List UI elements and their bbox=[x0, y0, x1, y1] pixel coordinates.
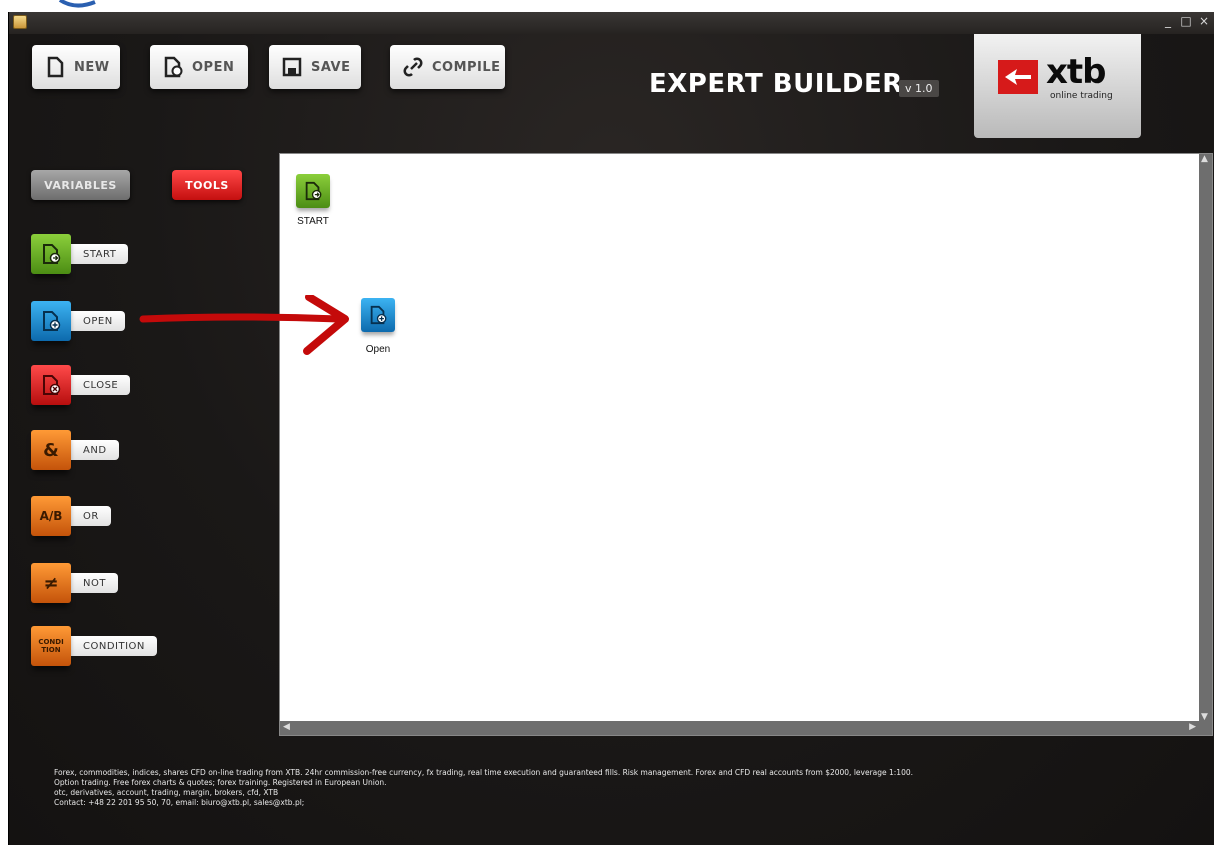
xtb-logo-mark-icon bbox=[998, 60, 1038, 94]
compile-button[interactable]: COMPILE bbox=[390, 45, 505, 89]
tab-variables[interactable]: VARIABLES bbox=[31, 170, 130, 200]
canvas-node-start[interactable]: START bbox=[296, 174, 330, 227]
app-window: _ □ × NEW OPEN SAVE COMPILE EXPERT BUILD… bbox=[8, 12, 1214, 845]
tool-close-label: CLOSE bbox=[71, 375, 131, 395]
app-title: EXPERT BUILDER bbox=[649, 69, 903, 99]
and-tool-icon: & bbox=[31, 430, 71, 470]
tool-start[interactable]: START bbox=[31, 234, 129, 274]
titlebar: _ □ × bbox=[9, 12, 1214, 34]
footer-line-1: Forex, commodities, indices, shares CFD … bbox=[54, 768, 914, 777]
close-window-button[interactable]: × bbox=[1198, 14, 1210, 28]
scroll-left-icon[interactable]: ◀ bbox=[283, 722, 290, 732]
tool-open[interactable]: OPEN bbox=[31, 301, 125, 341]
or-tool-icon: A/B bbox=[31, 496, 71, 536]
footer-line-2: Option trading. Free forex charts & quot… bbox=[54, 778, 387, 787]
tool-not[interactable]: ≠ NOT bbox=[31, 563, 118, 603]
tool-not-label: NOT bbox=[71, 573, 118, 593]
compile-button-label: COMPILE bbox=[432, 59, 501, 75]
save-button[interactable]: SAVE bbox=[269, 45, 361, 89]
vertical-scrollbar[interactable]: ▲ ▼ bbox=[1199, 154, 1212, 722]
open-tool-icon bbox=[31, 301, 71, 341]
start-tool-icon bbox=[31, 234, 71, 274]
minimize-button[interactable]: _ bbox=[1162, 14, 1174, 28]
close-tool-icon bbox=[31, 365, 71, 405]
tool-start-label: START bbox=[71, 244, 129, 264]
new-button[interactable]: NEW bbox=[32, 45, 120, 89]
scroll-up-icon[interactable]: ▲ bbox=[1201, 154, 1208, 164]
window-controls: _ □ × bbox=[1162, 14, 1210, 28]
logo-subtext: online trading bbox=[1050, 91, 1113, 101]
maximize-button[interactable]: □ bbox=[1180, 14, 1192, 28]
corner-decoration bbox=[58, 0, 96, 8]
save-disk-icon bbox=[282, 57, 302, 77]
horizontal-scrollbar[interactable]: ◀ ▶ bbox=[280, 721, 1212, 735]
canvas-node-start-label: START bbox=[297, 216, 329, 227]
save-button-label: SAVE bbox=[311, 59, 351, 75]
open-button-label: OPEN bbox=[192, 59, 235, 75]
open-button[interactable]: OPEN bbox=[150, 45, 248, 89]
version-badge: v 1.0 bbox=[899, 80, 939, 97]
footer-line-4: Contact: +48 22 201 95 50, 70, email: bi… bbox=[54, 798, 305, 807]
drag-annotation-arrow bbox=[139, 295, 349, 355]
new-file-icon bbox=[47, 56, 64, 78]
new-button-label: NEW bbox=[74, 59, 110, 75]
compile-link-icon bbox=[403, 57, 423, 77]
tool-open-label: OPEN bbox=[71, 311, 125, 331]
tool-or[interactable]: A/B OR bbox=[31, 496, 111, 536]
not-tool-icon: ≠ bbox=[31, 563, 71, 603]
tool-and[interactable]: & AND bbox=[31, 430, 119, 470]
scroll-right-icon[interactable]: ▶ bbox=[1189, 722, 1196, 732]
footer-line-3: otc, derivatives, account, trading, marg… bbox=[54, 788, 279, 797]
condition-tool-icon: CONDI TION bbox=[31, 626, 71, 666]
xtb-logo: xtb online trading bbox=[974, 34, 1141, 138]
start-node-icon bbox=[296, 174, 330, 208]
tool-or-label: OR bbox=[71, 506, 111, 526]
open-file-icon bbox=[164, 56, 183, 78]
tool-close[interactable]: CLOSE bbox=[31, 365, 131, 405]
footer-text: Forex, commodities, indices, shares CFD … bbox=[54, 768, 1154, 808]
tab-tools[interactable]: TOOLS bbox=[172, 170, 242, 200]
tool-and-label: AND bbox=[71, 440, 119, 460]
logo-text: xtb bbox=[1046, 52, 1107, 92]
tool-condition-label: CONDITION bbox=[71, 636, 157, 656]
workspace-canvas[interactable]: START Open ▲ ▼ ◀ ▶ bbox=[279, 153, 1213, 736]
java-app-icon bbox=[13, 15, 27, 29]
tool-condition[interactable]: CONDI TION CONDITION bbox=[31, 626, 157, 666]
